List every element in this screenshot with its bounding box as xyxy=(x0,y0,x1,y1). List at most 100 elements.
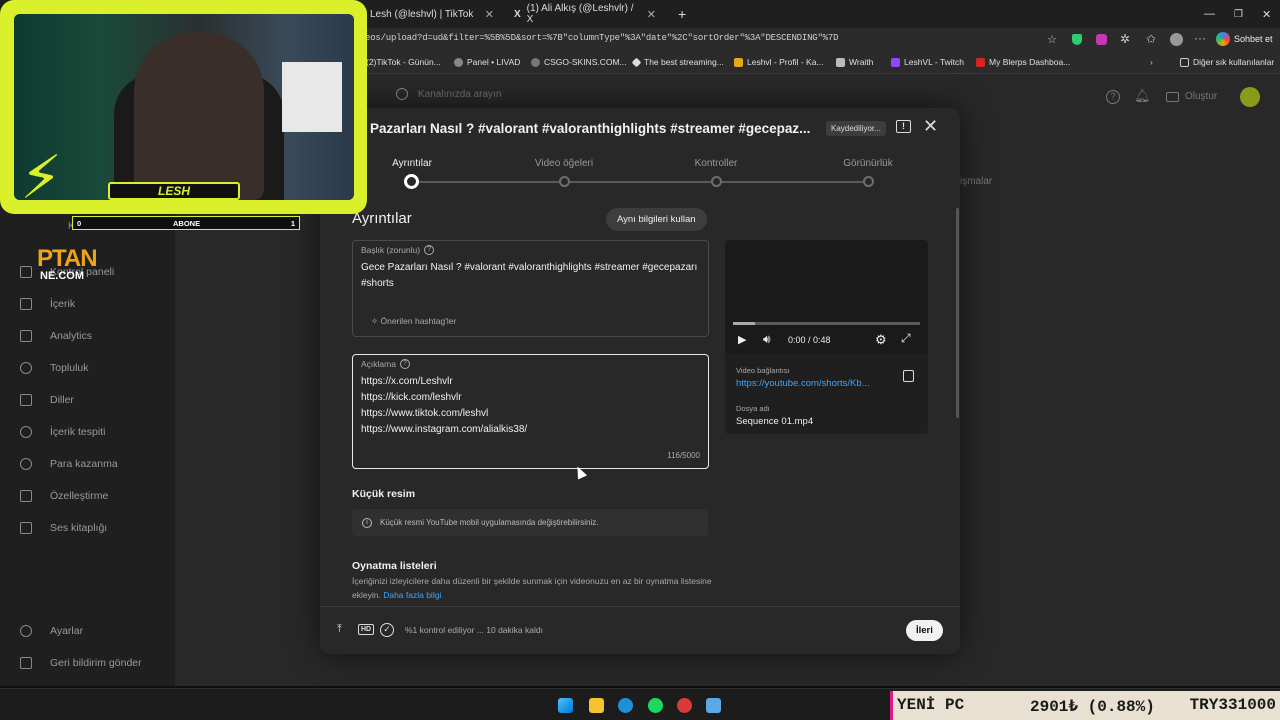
sidebar-item-settings[interactable]: Ayarlar xyxy=(20,625,83,637)
sidebar-item-analytics[interactable]: Analytics xyxy=(20,330,92,342)
puzzle-icon[interactable]: ✲ xyxy=(1120,32,1130,46)
search-input[interactable]: Kanalınızda arayın xyxy=(418,89,501,100)
studio-search[interactable]: Kanalınızda arayın xyxy=(396,88,501,100)
chevron-right-icon[interactable]: › xyxy=(1150,57,1153,67)
next-button[interactable]: İleri xyxy=(906,620,943,641)
minimize-icon[interactable]: — xyxy=(1196,4,1223,24)
settings-gear-icon[interactable]: ⚙ xyxy=(875,332,887,348)
reuse-details-button[interactable]: Aynı bilgileri kullan xyxy=(606,208,707,231)
stock-ticker: YENİ PC 2901₺ (0.88%) TRY331000 xyxy=(890,691,1280,720)
maximize-icon[interactable]: ❐ xyxy=(1226,4,1251,24)
description-field[interactable]: Açıklama? https://x.com/Leshvlr https://… xyxy=(352,354,709,469)
shield-icon[interactable] xyxy=(1072,34,1082,45)
window-close-icon[interactable]: ✕ xyxy=(1254,4,1279,24)
bookmark-item[interactable]: The best streaming... xyxy=(631,57,724,67)
title-input[interactable]: Gece Pazarları Nasıl ? #valorant #valora… xyxy=(361,260,697,292)
new-tab-icon[interactable]: + xyxy=(670,4,694,24)
help-icon[interactable]: ? xyxy=(1106,90,1120,104)
file-name: Sequence 01.mp4 xyxy=(736,416,814,427)
help-icon[interactable]: ? xyxy=(399,359,410,369)
video-link[interactable]: https://youtube.com/shorts/Kb... xyxy=(736,378,870,389)
dialog-footer: ⤒ HD ✓ %1 kontrol ediliyor ... 10 dakika… xyxy=(320,606,960,654)
volume-icon[interactable]: 🔊︎ xyxy=(763,332,771,347)
spotify-icon[interactable] xyxy=(648,698,663,713)
explorer-icon[interactable] xyxy=(589,698,604,713)
streamer-name: LESH xyxy=(108,182,240,200)
bookmark-folder[interactable]: Diğer sık kullanılanlar xyxy=(1180,57,1274,67)
bookmark-item[interactable]: My Blerps Dashboa... xyxy=(976,57,1070,67)
bell-icon[interactable]: 🔔︎ xyxy=(1134,88,1151,104)
suggested-hashtags[interactable]: ✧ Önerilen hashtag'ler xyxy=(371,316,456,327)
extension-icon[interactable] xyxy=(1096,34,1107,45)
more-icon[interactable]: ··· xyxy=(1194,31,1206,45)
sidebar-item-content[interactable]: İçerik xyxy=(20,298,75,310)
photos-icon[interactable] xyxy=(706,698,721,713)
play-icon[interactable]: ▶ xyxy=(738,333,746,346)
bookmark-icon xyxy=(891,57,900,67)
sidebar-item-community[interactable]: Topluluk xyxy=(20,362,89,374)
description-field-label: Açıklama? xyxy=(361,359,410,369)
star-icon[interactable]: ☆ xyxy=(1047,33,1057,46)
title-field-label: Başlık (zorunlu)? xyxy=(361,245,435,255)
step-dot[interactable] xyxy=(711,176,722,187)
video-progress-fill xyxy=(733,322,756,325)
bookmark-icon xyxy=(454,57,463,67)
close-icon[interactable]: ✕ xyxy=(647,8,656,21)
tab-label: Lesh (@leshvl) | TikTok xyxy=(370,8,474,20)
tab-tiktok[interactable]: Lesh (@leshvl) | TikTok ✕ xyxy=(362,4,502,24)
title-field[interactable]: Başlık (zorunlu)? Gece Pazarları Nasıl ?… xyxy=(352,240,709,337)
close-icon[interactable]: ✕ xyxy=(485,8,494,21)
video-info-panel: Video bağlantısı https://youtube.com/sho… xyxy=(725,354,928,434)
bookmark-item[interactable]: Panel • LIVAD xyxy=(454,57,520,67)
bookmark-icon xyxy=(531,57,540,67)
webcam-video xyxy=(14,14,354,200)
video-progress-bar[interactable] xyxy=(733,322,920,325)
upload-icon: ⤒ xyxy=(337,623,342,635)
description-input[interactable]: https://x.com/Leshvlr https://kick.com/l… xyxy=(361,374,527,438)
dialog-scrollbar[interactable] xyxy=(956,208,959,418)
create-button[interactable]: Oluştur xyxy=(1166,91,1217,102)
help-icon[interactable]: ? xyxy=(424,245,435,255)
start-icon[interactable] xyxy=(558,698,573,713)
sidebar-item-languages[interactable]: Diller xyxy=(20,394,74,406)
file-name-label: Dosya adı xyxy=(736,404,770,413)
subscriber-bar: 0 ABONE 1 xyxy=(72,216,300,230)
app-icon[interactable] xyxy=(677,698,692,713)
check-circle-icon: ✓ xyxy=(380,623,394,637)
step-details[interactable]: Ayrıntılar xyxy=(357,158,467,169)
profile-avatar[interactable] xyxy=(1170,33,1183,46)
learn-more-link[interactable]: Daha fazla bilgi xyxy=(383,590,441,600)
bookmark-item[interactable]: CSGO-SKINS.COM... xyxy=(531,57,627,67)
favorites-icon[interactable]: ✩ xyxy=(1146,32,1156,46)
folder-icon xyxy=(1180,57,1189,67)
bookmark-icon xyxy=(836,57,845,67)
feedback-icon[interactable]: ! xyxy=(896,120,911,133)
channel-avatar[interactable] xyxy=(1240,87,1260,107)
bookmark-item[interactable]: LeshVL - Twitch xyxy=(891,57,964,67)
sidebar-item-audio-library[interactable]: Ses kitaplığı xyxy=(20,522,107,534)
bookmark-icon xyxy=(631,57,642,67)
sidebar-item-customization[interactable]: Özelleştirme xyxy=(20,490,108,502)
step-checks[interactable]: Kontroller xyxy=(661,158,771,169)
step-dot[interactable] xyxy=(863,176,874,187)
edge-icon[interactable] xyxy=(618,698,633,713)
bookmark-item[interactable]: (2)TikTok - Günün... xyxy=(366,57,441,67)
url-text[interactable]: eos/upload?d=ud&filter=%5B%5D&sort=%7B"c… xyxy=(365,33,838,43)
sidebar-item-feedback[interactable]: Geri bildirim gönder xyxy=(20,657,142,669)
chat-label: Sohbet et xyxy=(1234,34,1273,44)
sidebar-item-monetization[interactable]: Para kazanma xyxy=(20,458,118,470)
step-dot-active[interactable] xyxy=(404,174,419,189)
bookmark-item[interactable]: Wraith xyxy=(836,57,873,67)
tab-x[interactable]: X (1) Ali Alkış (@Leshvlr) / X ✕ xyxy=(506,3,664,25)
bookmark-item[interactable]: Leshvl - Profil - Ka... xyxy=(734,57,824,67)
close-dialog-icon[interactable]: ✕ xyxy=(923,116,938,137)
tab-label: (1) Ali Alkış (@Leshvlr) / X xyxy=(526,3,634,25)
copilot-button[interactable]: Sohbet et xyxy=(1216,32,1273,46)
step-dot[interactable] xyxy=(559,176,570,187)
step-video-elements[interactable]: Video öğeleri xyxy=(509,158,619,169)
step-visibility[interactable]: Görünürlük xyxy=(813,158,923,169)
sidebar-item-copyright[interactable]: İçerik tespiti xyxy=(20,426,105,438)
dollar-icon xyxy=(20,458,32,470)
copy-icon[interactable] xyxy=(903,370,914,382)
fullscreen-icon[interactable]: ⤢ xyxy=(901,331,911,346)
